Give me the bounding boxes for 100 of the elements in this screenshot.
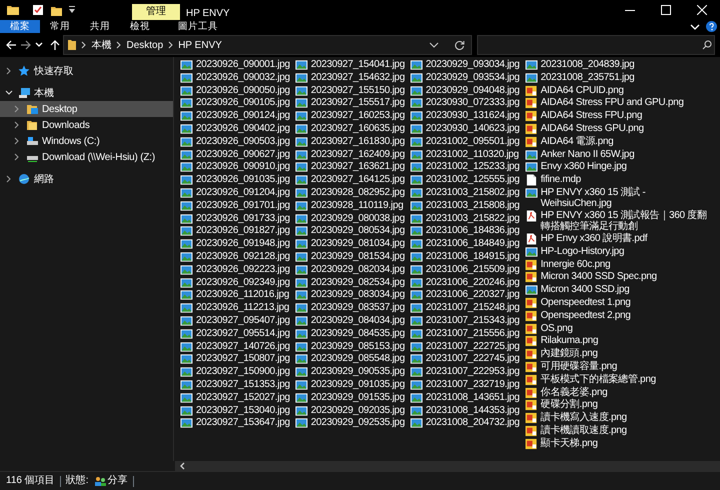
properties-icon[interactable] [32, 4, 44, 16]
file-item[interactable]: Envy x360 Hinge.jpg [524, 161, 709, 174]
file-item[interactable]: 你名義老婆.png [524, 386, 709, 400]
file-item[interactable]: 20231007_222953.jpg [410, 366, 520, 379]
file-item[interactable]: HP ENVY x360 15 測試 - WeihsiuChen.jpg [524, 186, 709, 210]
file-item[interactable]: 20230926_090503.jpg [180, 136, 290, 149]
file-item[interactable]: 20231003_215822.jpg [410, 212, 520, 226]
file-item[interactable]: 20230926_090402.jpg [180, 122, 290, 136]
file-item[interactable]: Innergie 60c.png [524, 258, 709, 272]
file-item[interactable]: 20230926_090001.jpg [180, 59, 290, 72]
ribbon-tab[interactable]: 常用 [40, 20, 80, 33]
file-item[interactable]: Openspeedtest 2.png [524, 310, 709, 323]
scroll-left-icon[interactable] [179, 462, 187, 470]
file-item[interactable]: 20231008_144353.jpg [410, 404, 520, 418]
file-item[interactable]: 20230926_091204.jpg [180, 186, 290, 200]
horizontal-scrollbar[interactable] [175, 461, 720, 471]
file-item[interactable]: 20230926_090124.jpg [180, 110, 290, 123]
file-item[interactable]: 20231006_184849.jpg [410, 238, 520, 251]
file-item[interactable]: 20230927_150807.jpg [180, 353, 290, 366]
file-item[interactable]: Rilakuma.png [524, 335, 709, 348]
file-item[interactable]: 顯卡天梯.png [524, 438, 709, 451]
file-item[interactable]: 20230929_084034.jpg [294, 314, 405, 328]
help-icon[interactable] [706, 21, 717, 32]
file-item[interactable]: 20230929_091035.jpg [294, 378, 405, 392]
file-item[interactable]: 20231006_184915.jpg [410, 250, 520, 264]
file-item[interactable]: 20230927_150900.jpg [180, 366, 290, 379]
file-item[interactable]: HP ENVY x360 15 測試報告｜360 度翻轉搭觸控筆滿足行動創 [524, 210, 709, 233]
sidebar-item[interactable]: 網路 [0, 171, 173, 187]
file-item[interactable]: 20230926_091733.jpg [180, 212, 290, 226]
sidebar-item[interactable]: 本機 [0, 85, 173, 101]
file-item[interactable]: 20230926_092349.jpg [180, 276, 290, 290]
file-item[interactable]: 20230929_083034.jpg [294, 289, 405, 302]
sidebar-item[interactable]: Download (\\Wei-Hsiu) (Z:) [0, 149, 173, 165]
file-item[interactable]: 20231003_215802.jpg [410, 186, 520, 200]
file-item[interactable]: 20231002_125233.jpg [410, 161, 520, 174]
maximize-icon[interactable] [661, 5, 671, 15]
file-item[interactable]: 20230926_090910.jpg [180, 161, 290, 174]
file-item[interactable]: 20230927_161830.jpg [294, 136, 405, 149]
file-item[interactable]: 讀卡機寫入速度.png [524, 412, 709, 425]
search-icon[interactable] [702, 40, 712, 50]
file-item[interactable]: 20230929_093034.jpg [410, 59, 520, 72]
file-item[interactable]: 20230929_081534.jpg [294, 250, 405, 264]
file-item[interactable]: 20231006_215509.jpg [410, 264, 520, 277]
file-item[interactable]: 20230926_112213.jpg [180, 302, 290, 315]
file-item[interactable]: 20231008_204732.jpg [410, 417, 520, 430]
file-item[interactable]: 20230927_095514.jpg [180, 328, 290, 341]
file-item[interactable]: HP Envy x360 說明書.pdf [524, 232, 709, 246]
file-item[interactable]: 20230927_163621.jpg [294, 161, 405, 174]
file-item[interactable]: 20230927_151353.jpg [180, 378, 290, 392]
file-item[interactable]: Openspeedtest 1.png [524, 296, 709, 310]
file-item[interactable]: 20231006_220246.jpg [410, 276, 520, 290]
forward-icon[interactable] [20, 39, 32, 51]
file-item[interactable]: 20230927_154632.jpg [294, 72, 405, 85]
ribbon-tab[interactable]: 檢視 [120, 20, 160, 33]
file-item[interactable]: 20231008_143651.jpg [410, 392, 520, 405]
new-folder-icon[interactable] [50, 4, 62, 16]
context-tab[interactable]: 管理 [132, 4, 180, 20]
file-item[interactable]: 20230929_080038.jpg [294, 212, 405, 226]
file-item[interactable]: OS.png [524, 322, 709, 336]
file-item[interactable]: 20230926_090050.jpg [180, 84, 290, 98]
file-item[interactable]: 20230929_090535.jpg [294, 366, 405, 379]
close-icon[interactable] [697, 5, 707, 15]
file-item[interactable]: fifine.mdp [524, 174, 709, 187]
file-item[interactable]: 20230927_153647.jpg [180, 417, 290, 430]
file-item[interactable]: 20230927_154041.jpg [294, 59, 405, 72]
file-item[interactable]: 20230927_164125.jpg [294, 174, 405, 187]
file-item[interactable]: 20230930_072333.jpg [410, 97, 520, 110]
file-item[interactable]: 20230929_082534.jpg [294, 276, 405, 290]
file-item[interactable]: 20231002_095501.jpg [410, 136, 520, 149]
file-item[interactable]: 平板模式下的檔案總管.png [524, 374, 709, 387]
file-item[interactable]: 20230926_090627.jpg [180, 148, 290, 162]
file-item[interactable]: 20230929_091535.jpg [294, 392, 405, 405]
breadcrumb-item[interactable]: Desktop [126, 38, 164, 52]
chevron-right-icon[interactable] [5, 175, 13, 183]
file-item[interactable]: 20230929_082034.jpg [294, 264, 405, 277]
file-item[interactable]: 20231007_222725.jpg [410, 340, 520, 354]
breadcrumb-item[interactable]: 本機 [92, 38, 112, 52]
file-item[interactable]: 20231002_110320.jpg [410, 148, 520, 162]
file-item[interactable]: 20230929_094048.jpg [410, 84, 520, 98]
up-icon[interactable] [48, 39, 60, 51]
file-item[interactable]: 20230926_092223.jpg [180, 264, 290, 277]
ribbon-tab[interactable]: 共用 [80, 20, 120, 33]
ribbon-tab[interactable]: 檔案 [0, 20, 40, 33]
file-item[interactable]: 20231002_125555.jpg [410, 174, 520, 187]
chevron-right-icon[interactable] [5, 67, 13, 75]
file-item[interactable]: 20230926_090105.jpg [180, 97, 290, 110]
file-item[interactable]: 20231007_215556.jpg [410, 328, 520, 341]
file-item[interactable]: HP-Logo-History.jpg [524, 246, 709, 259]
expand-ribbon-icon[interactable] [690, 22, 700, 30]
file-item[interactable]: 20230927_155517.jpg [294, 97, 405, 110]
file-item[interactable]: Micron 3400 SSD Spec.png [524, 271, 709, 284]
sidebar-item[interactable]: Windows (C:) [0, 133, 173, 149]
file-item[interactable]: Micron 3400 SSD.jpg [524, 284, 709, 297]
back-icon[interactable] [5, 39, 17, 51]
file-item[interactable]: Anker Nano II 65W.jpg [524, 148, 709, 162]
file-item[interactable]: 20230930_140623.jpg [410, 122, 520, 136]
file-item[interactable]: 20230928_082952.jpg [294, 186, 405, 200]
search-field[interactable] [477, 35, 715, 55]
file-item[interactable]: AIDA64 Stress FPU and GPU.png [524, 97, 709, 110]
file-item[interactable]: 20231006_220327.jpg [410, 289, 520, 302]
